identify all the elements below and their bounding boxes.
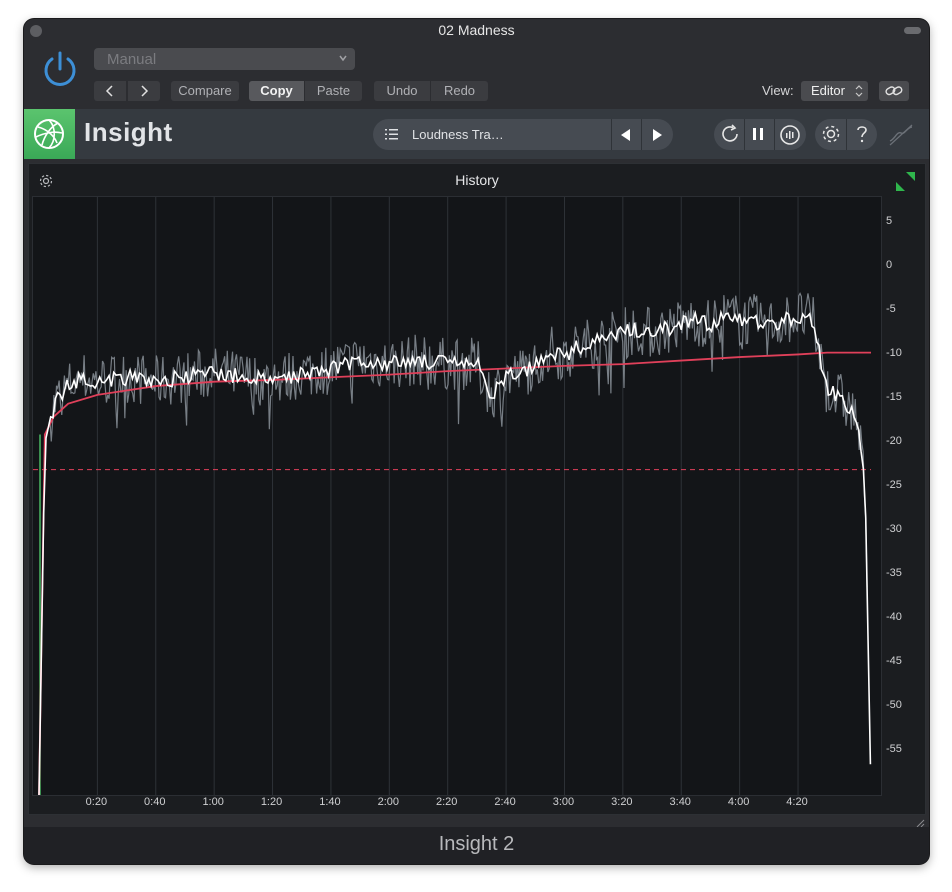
y-tick-label: -5 [886, 303, 896, 316]
x-tick-label: 3:00 [552, 796, 575, 808]
settings-group [815, 119, 877, 150]
x-tick-label: 1:40 [319, 796, 341, 808]
view-select-value: Editor [811, 83, 845, 98]
copy-button[interactable]: Copy [249, 81, 304, 101]
momentary-loudness-line [42, 292, 868, 588]
plugin-window: 02 Madness Manual Compare Copy Paste Und… [24, 19, 929, 864]
chevron-left-icon [105, 85, 113, 97]
view-label: View: [762, 83, 794, 98]
y-tick-label: 0 [886, 259, 893, 272]
x-tick-label: 4:00 [727, 796, 750, 808]
y-tick-label: -45 [886, 655, 902, 668]
transport-group [714, 119, 806, 150]
x-tick-label: 4:20 [786, 796, 808, 808]
power-icon[interactable] [40, 49, 80, 89]
previous-preset-icon[interactable] [619, 128, 633, 142]
divider [744, 119, 745, 150]
y-tick-label: -55 [886, 743, 902, 756]
divider [641, 119, 642, 150]
stepper-arrows-icon [855, 85, 863, 97]
link-button[interactable] [879, 81, 909, 101]
preset-dropdown[interactable]: Manual [94, 48, 355, 70]
preset-value: Manual [107, 51, 157, 68]
chevron-down-icon [339, 55, 347, 62]
plugin-preset-name: Loudness Tra… [412, 127, 504, 142]
y-tick-label: 5 [886, 215, 893, 228]
y-tick-label: -40 [886, 611, 902, 624]
y-tick-label: -50 [886, 699, 902, 712]
izotope-logo-icon [34, 119, 64, 149]
x-tick-label: 2:00 [377, 796, 400, 808]
divider [611, 119, 612, 150]
x-tick-label: 1:00 [202, 796, 224, 808]
next-preset-icon[interactable] [650, 128, 664, 142]
footer: Insight 2 [24, 827, 929, 864]
chevron-right-icon [141, 85, 149, 97]
previous-preset-button[interactable] [94, 81, 126, 101]
integrated-loudness-line [38, 351, 871, 796]
plugin-name: Insight [84, 117, 173, 147]
gear-icon[interactable] [820, 123, 842, 145]
y-tick-label: -35 [886, 567, 902, 580]
redo-button[interactable]: Redo [431, 81, 488, 101]
panel-title: History [455, 172, 499, 188]
plugin-header: Insight Loudness Tra… [24, 109, 929, 159]
paste-button[interactable]: Paste [305, 81, 362, 101]
link-icon [885, 86, 903, 96]
undo-button[interactable]: Undo [374, 81, 430, 101]
expand-icon[interactable] [896, 172, 916, 192]
x-tick-label: 3:20 [611, 796, 633, 808]
loop-icon[interactable] [719, 123, 741, 145]
toolbar-toggle[interactable] [904, 27, 921, 34]
y-tick-label: -15 [886, 391, 902, 404]
y-tick-label: -10 [886, 347, 902, 360]
y-tick-label: -20 [886, 435, 902, 448]
x-tick-label: 3:40 [669, 796, 691, 808]
x-tick-label: 0:40 [144, 796, 166, 808]
insight-logo [24, 109, 75, 159]
x-tick-label: 1:20 [260, 796, 283, 808]
history-plot [32, 196, 882, 796]
x-tick-label: 2:40 [494, 796, 516, 808]
footer-title: Insight 2 [438, 833, 515, 855]
divider [846, 119, 847, 150]
pause-icon[interactable] [751, 127, 765, 141]
signal-path-icon[interactable] [887, 121, 915, 149]
compare-button[interactable]: Compare [171, 81, 239, 101]
view-select[interactable]: Editor [801, 81, 868, 101]
divider [774, 119, 775, 150]
next-preset-button[interactable] [128, 81, 160, 101]
window-title: 02 Madness [438, 22, 515, 38]
title-bar: 02 Madness [24, 19, 929, 43]
plugin-preset-selector[interactable]: Loudness Tra… [373, 119, 673, 150]
help-icon[interactable] [853, 124, 871, 144]
list-icon [385, 129, 398, 140]
x-tick-label: 2:20 [435, 796, 458, 808]
x-tick-label: 0:20 [85, 796, 108, 808]
y-tick-label: -25 [886, 479, 902, 492]
history-panel: History 5 0 -5 -10 -15 -20 -25 -30 -35 -40 -45 -50 -… [28, 163, 926, 815]
reset-icon[interactable] [778, 123, 802, 147]
history-chart [33, 197, 872, 796]
y-tick-label: -30 [886, 523, 902, 536]
